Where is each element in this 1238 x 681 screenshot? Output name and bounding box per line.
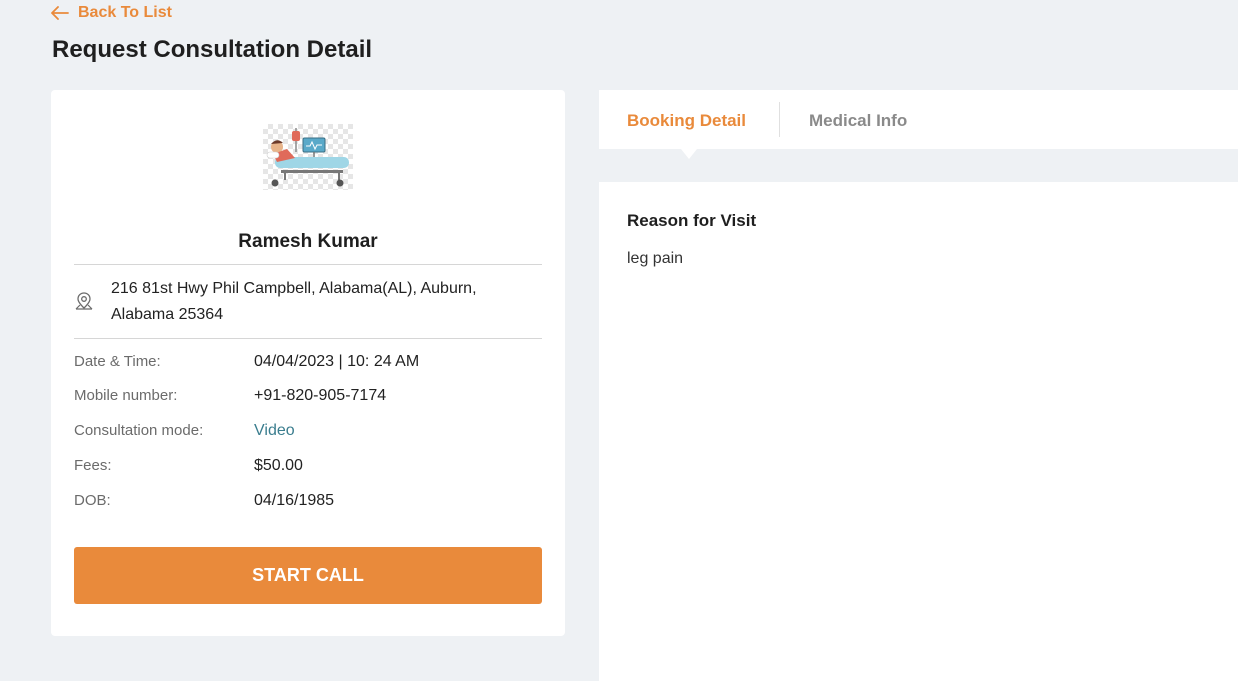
start-call-button[interactable]: START CALL xyxy=(74,547,542,604)
tab-separator xyxy=(779,102,780,137)
consultation-mode-value[interactable]: Video xyxy=(254,422,295,440)
divider xyxy=(74,264,542,265)
reason-for-visit-text: leg pain xyxy=(627,250,684,267)
tab-medical-info[interactable]: Medical Info xyxy=(809,111,907,131)
mobile-value: +91-820-905-7174 xyxy=(254,387,387,404)
date-time-value: 04/04/2023 | 10: 24 AM xyxy=(254,353,420,370)
patient-card: Ramesh Kumar 216 81st Hwy Phil Campbell,… xyxy=(51,90,565,636)
booking-detail-panel: Reason for Visit leg pain xyxy=(599,182,1238,681)
arrow-left-icon xyxy=(51,6,69,20)
fees-label: Fees: xyxy=(74,457,112,474)
active-tab-indicator xyxy=(681,149,697,159)
mobile-label: Mobile number: xyxy=(74,387,178,404)
divider xyxy=(74,338,542,339)
patient-avatar xyxy=(263,124,353,190)
reason-for-visit-heading: Reason for Visit xyxy=(627,211,757,230)
date-time-row: Date & Time: 04/04/2023 | 10: 24 AM xyxy=(74,353,542,377)
page-title: Request Consultation Detail xyxy=(52,36,373,63)
location-pin-icon xyxy=(74,291,94,316)
fees-value: $50.00 xyxy=(254,457,303,474)
dob-row: DOB: 04/16/1985 xyxy=(74,492,542,516)
tab-booking-detail[interactable]: Booking Detail xyxy=(627,111,746,131)
consultation-mode-label: Consultation mode: xyxy=(74,422,204,439)
date-time-label: Date & Time: xyxy=(74,353,161,370)
back-to-list-label: Back To List xyxy=(78,4,172,21)
dob-value: 04/16/1985 xyxy=(254,492,335,509)
consultation-mode-row: Consultation mode: Video xyxy=(74,422,542,446)
patient-address: 216 81st Hwy Phil Campbell, Alabama(AL),… xyxy=(111,280,477,323)
dob-label: DOB: xyxy=(74,492,111,509)
mobile-row: Mobile number: +91-820-905-7174 xyxy=(74,387,542,411)
detail-tabs: Booking Detail Medical Info xyxy=(599,90,1238,159)
back-to-list-link[interactable]: Back To List xyxy=(51,4,172,22)
patient-name: Ramesh Kumar xyxy=(238,231,378,252)
fees-row: Fees: $50.00 xyxy=(74,457,542,481)
